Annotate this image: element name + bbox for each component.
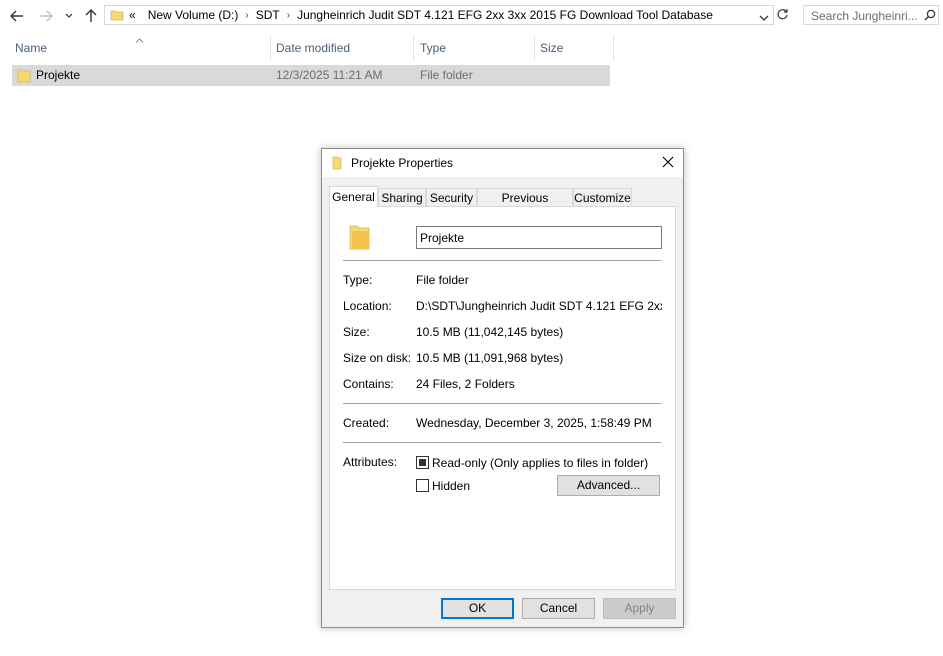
back-arrow-icon[interactable]: [8, 7, 26, 25]
search-icon[interactable]: [924, 9, 936, 24]
dialog-title-bar[interactable]: Projekte Properties: [322, 149, 683, 177]
tab-customize[interactable]: Customize: [573, 188, 632, 206]
address-dropdown-chevron-icon[interactable]: [759, 11, 769, 25]
size-on-disk-label: Size on disk:: [343, 351, 412, 365]
readonly-checkbox[interactable]: [416, 456, 429, 469]
tab-previous-versions[interactable]: Previous Versions: [477, 188, 573, 223]
apply-button[interactable]: Apply: [603, 598, 676, 619]
column-divider[interactable]: [534, 35, 535, 61]
contains-label: Contains:: [343, 377, 394, 391]
contains-value: 24 Files, 2 Folders: [416, 377, 515, 391]
hidden-checkbox[interactable]: [416, 479, 429, 492]
recent-locations-chevron-icon[interactable]: [63, 7, 75, 25]
type-value: File folder: [416, 273, 469, 287]
ok-button[interactable]: OK: [441, 598, 514, 619]
size-value: 10.5 MB (11,042,145 bytes): [416, 325, 564, 339]
folder-name-input[interactable]: Projekte: [416, 226, 662, 249]
cancel-button[interactable]: Cancel: [522, 598, 595, 619]
tab-general[interactable]: General: [329, 186, 378, 207]
hidden-label[interactable]: Hidden: [432, 479, 470, 493]
row-name[interactable]: Projekte: [36, 65, 80, 86]
folder-large-icon: [349, 223, 371, 254]
properties-dialog: Projekte Properties General Sharing Secu…: [321, 148, 684, 628]
folder-icon: [17, 68, 31, 86]
divider: [343, 442, 661, 443]
column-divider[interactable]: [413, 35, 414, 61]
general-tab-panel: Projekte Type: File folder Location: D:\…: [329, 206, 676, 590]
column-divider[interactable]: [613, 35, 614, 61]
column-header-date-modified[interactable]: Date modified: [276, 37, 350, 59]
attributes-label: Attributes:: [343, 455, 398, 469]
created-label: Created:: [343, 416, 390, 430]
folder-icon: [332, 156, 344, 173]
location-label: Location:: [343, 299, 392, 313]
column-header-type[interactable]: Type: [420, 37, 446, 59]
advanced-button[interactable]: Advanced...: [557, 475, 660, 496]
search-placeholder: Search Jungheinri...: [811, 9, 918, 23]
close-icon[interactable]: [661, 155, 675, 169]
sort-ascending-icon: [135, 32, 144, 46]
breadcrumb-overflow[interactable]: «: [129, 8, 142, 22]
breadcrumb-item-drive[interactable]: New Volume (D:): [142, 8, 245, 22]
folder-icon: [110, 8, 124, 25]
size-on-disk-value: 10.5 MB (11,091,968 bytes): [416, 351, 564, 365]
readonly-label[interactable]: Read-only (Only applies to files in fold…: [432, 456, 648, 470]
divider: [343, 260, 661, 261]
column-divider[interactable]: [270, 35, 271, 61]
refresh-icon[interactable]: [776, 8, 789, 24]
tab-sharing[interactable]: Sharing: [378, 188, 426, 206]
row-type: File folder: [420, 68, 473, 82]
tab-security[interactable]: Security: [426, 188, 477, 206]
divider: [343, 403, 661, 404]
column-header-size[interactable]: Size: [540, 37, 563, 59]
search-input[interactable]: Search Jungheinri...: [803, 5, 939, 25]
dialog-title: Projekte Properties: [351, 156, 454, 170]
breadcrumb-item-current[interactable]: Jungheinrich Judit SDT 4.121 EFG 2xx 3xx…: [291, 8, 719, 22]
breadcrumb-item-sdt[interactable]: SDT: [250, 8, 286, 22]
created-value: Wednesday, December 3, 2025, 1:58:49 PM: [416, 416, 652, 430]
row-date-modified: 12/3/2025 11:21 AM: [276, 68, 383, 82]
column-header-name[interactable]: Name: [15, 37, 47, 59]
address-bar[interactable]: « New Volume (D:) › SDT › Jungheinrich J…: [104, 5, 774, 25]
folder-name-value: Projekte: [420, 231, 465, 245]
forward-arrow-icon[interactable]: [37, 7, 55, 25]
location-value: D:\SDT\Jungheinrich Judit SDT 4.121 EFG …: [416, 299, 662, 313]
breadcrumb: « New Volume (D:) › SDT › Jungheinrich J…: [129, 6, 719, 24]
up-arrow-icon[interactable]: [83, 7, 99, 25]
type-label: Type:: [343, 273, 373, 287]
table-row[interactable]: Projekte 12/3/2025 11:21 AM File folder: [12, 65, 610, 86]
size-label: Size:: [343, 325, 370, 339]
